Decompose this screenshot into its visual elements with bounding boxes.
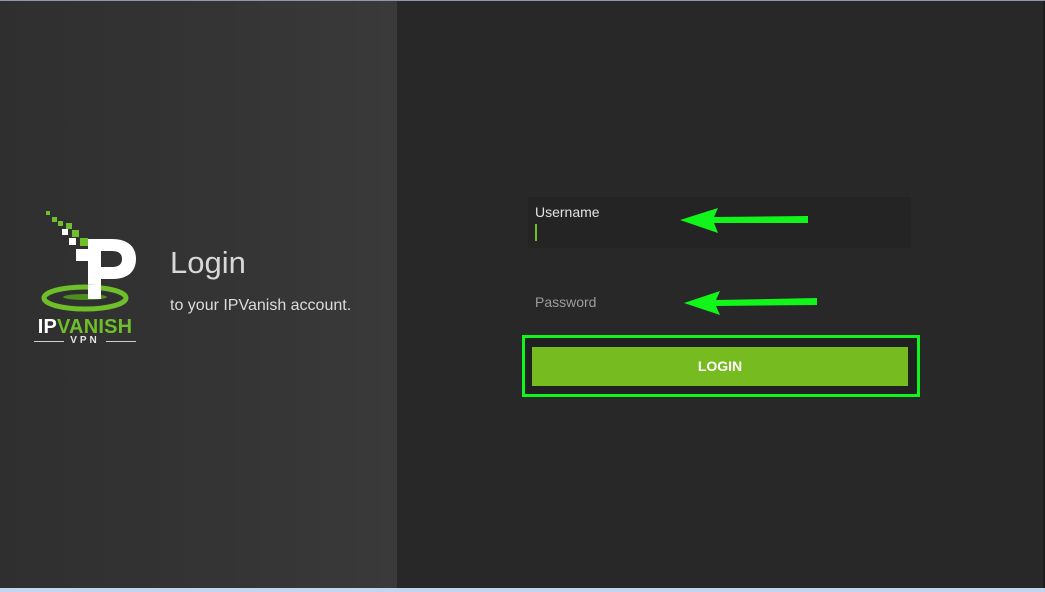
password-arrow-icon	[684, 291, 817, 315]
logo-rule-right	[105, 340, 136, 342]
page-title: Login	[170, 245, 246, 280]
logo-rule-left	[34, 340, 65, 342]
username-arrow-icon	[680, 208, 808, 233]
top-border	[0, 0, 1045, 1]
logo-subline: VPN	[28, 335, 142, 347]
username-label: Username	[535, 204, 600, 220]
ipvanish-logo-mark	[41, 211, 136, 312]
text-caret	[535, 224, 537, 241]
logo-wordmark: IPVANISH	[28, 317, 142, 337]
ipvanish-logo: IPVANISH VPN	[28, 209, 142, 346]
brand-panel: IPVANISH VPN Login to your IPVanish acco…	[0, 1, 397, 588]
logo-vpn-text: VPN	[70, 335, 100, 346]
page-subtitle: to your IPVanish account.	[170, 297, 352, 314]
login-button[interactable]: LOGIN	[532, 347, 908, 386]
app-screen: IPVANISH VPN Login to your IPVanish acco…	[0, 0, 1045, 588]
bottom-strip	[0, 588, 1045, 592]
password-placeholder: Password	[535, 294, 597, 310]
